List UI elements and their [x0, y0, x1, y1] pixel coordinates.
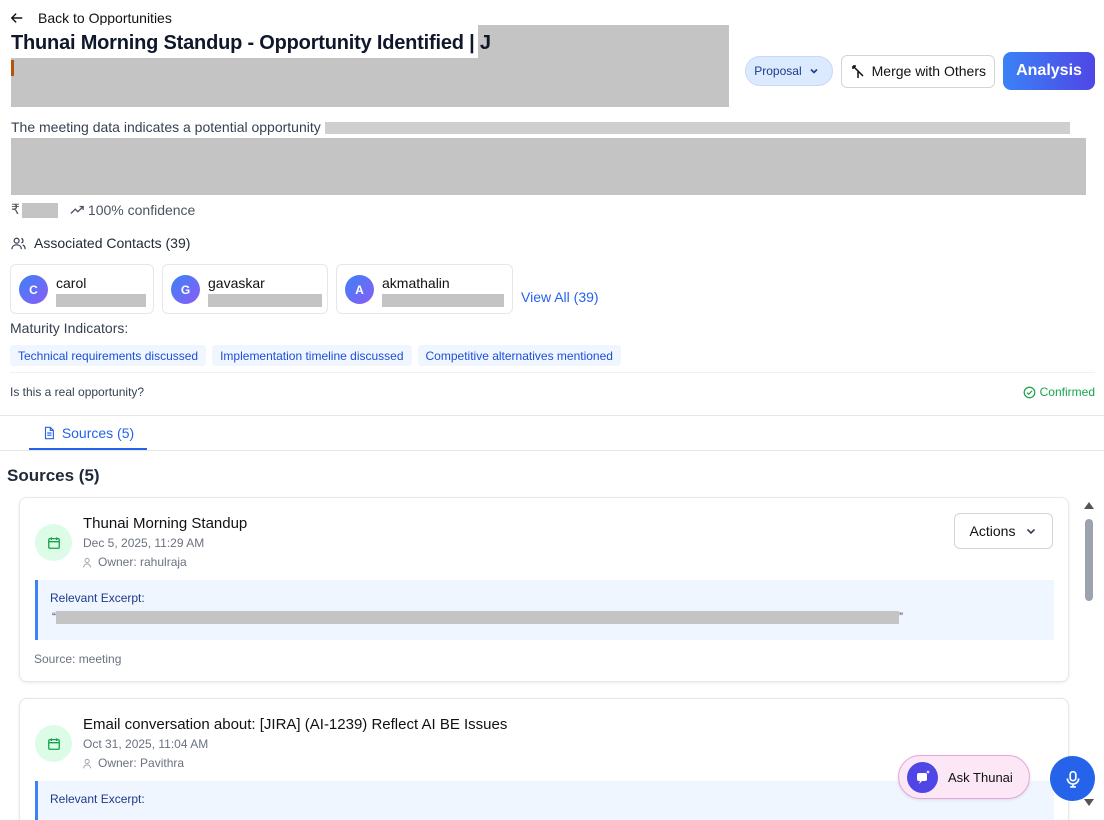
sources-heading: Sources (5) — [7, 466, 100, 485]
contact-name: akmathalin — [382, 275, 450, 291]
scroll-thumb[interactable] — [1085, 519, 1093, 601]
divider — [10, 372, 1095, 373]
actions-label: Actions — [969, 523, 1016, 539]
source-card: Thunai Morning Standup Dec 5, 2025, 11:2… — [19, 497, 1069, 682]
opportunity-description: The meeting data indicates a potential o… — [11, 119, 321, 135]
avatar: C — [19, 275, 48, 304]
tab-sources[interactable]: Sources (5) — [29, 418, 147, 450]
maturity-chip: Competitive alternatives mentioned — [417, 345, 621, 366]
check-circle-icon — [1023, 386, 1036, 398]
redacted-contact-email — [382, 294, 504, 307]
calendar-icon-badge — [35, 725, 72, 762]
real-opportunity-question: Is this a real opportunity? — [10, 385, 145, 399]
chevron-down-icon — [810, 68, 818, 74]
maturity-chip: Technical requirements discussed — [10, 345, 207, 366]
header-toolbar: Proposal Merge with Others Analysis — [745, 52, 1095, 90]
source-owner-label: Owner: Pavithra — [98, 756, 185, 770]
status-label: Proposal — [754, 64, 802, 78]
redacted-contact-email — [56, 294, 146, 307]
document-icon — [44, 426, 54, 440]
source-title: Thunai Morning Standup — [83, 515, 248, 532]
contact-card-akmathalin[interactable]: A akmathalin — [336, 264, 513, 314]
maturity-chip: Implementation timeline discussed — [212, 345, 412, 366]
divider — [0, 415, 1104, 416]
actions-dropdown[interactable]: Actions — [954, 513, 1053, 549]
maturity-chips: Technical requirements discussed Impleme… — [10, 345, 621, 366]
confirmed-label: Confirmed — [1039, 385, 1095, 399]
ask-thunai-button[interactable]: Ask Thunai — [898, 755, 1030, 799]
source-type: Source: meeting — [34, 652, 122, 666]
source-title: Email conversation about: [JIRA] (AI-123… — [83, 716, 508, 733]
analysis-button[interactable]: Analysis — [1003, 52, 1095, 90]
deal-value: ₹ — [11, 201, 58, 218]
chat-sparkle-icon — [907, 761, 938, 793]
redacted-description-line — [325, 122, 1070, 134]
confidence-label: 100% confidence — [87, 201, 196, 218]
source-owner: Owner: rahulraja — [83, 555, 187, 569]
chevron-down-icon — [1027, 528, 1036, 535]
avatar: G — [171, 275, 200, 304]
arrow-left-icon — [10, 13, 23, 23]
view-all-contacts-link[interactable]: View All (39) — [521, 289, 599, 305]
relevant-excerpt: Relevant Excerpt: “” — [35, 580, 1054, 640]
tab-sources-label: Sources (5) — [61, 425, 135, 441]
source-owner-label: Owner: rahulraja — [98, 555, 187, 569]
redacted-value — [21, 202, 58, 218]
user-icon — [83, 557, 92, 567]
calendar-icon-badge — [35, 524, 72, 561]
user-icon — [83, 758, 92, 768]
contact-name: gavaskar — [208, 275, 265, 291]
contact-name: carol — [56, 275, 87, 291]
contact-card-carol[interactable]: C carol — [10, 264, 154, 314]
back-to-opportunities-link[interactable]: Back to Opportunities — [10, 10, 172, 26]
avatar: A — [345, 275, 374, 304]
merge-label: Merge with Others — [871, 63, 986, 79]
excerpt-label: Relevant Excerpt: — [50, 792, 145, 806]
users-icon — [11, 237, 26, 249]
calendar-icon — [47, 737, 60, 750]
divider — [0, 450, 1104, 451]
source-owner: Owner: Pavithra — [83, 756, 184, 770]
associated-contacts-heading: Associated Contacts (39) — [11, 235, 190, 251]
scroll-down-arrow-icon[interactable] — [1084, 799, 1094, 806]
source-date: Dec 5, 2025, 11:29 AM — [83, 536, 205, 550]
microphone-button[interactable] — [1050, 756, 1095, 801]
contact-card-gavaskar[interactable]: G gavaskar — [162, 264, 328, 314]
status-dropdown[interactable]: Proposal — [745, 56, 833, 86]
rupee-symbol: ₹ — [11, 201, 20, 217]
redacted-excerpt — [56, 611, 899, 625]
contacts-heading-label: Associated Contacts (39) — [34, 235, 191, 251]
ask-thunai-label: Ask Thunai — [948, 769, 1013, 785]
maturity-indicators-label: Maturity Indicators: — [10, 320, 129, 336]
redacted-contact-email — [208, 294, 322, 307]
excerpt-label: Relevant Excerpt: — [50, 591, 145, 605]
confirmed-status: Confirmed — [1023, 385, 1095, 399]
opportunity-meta: ₹ 100% confidence — [11, 201, 195, 218]
trending-up-icon — [70, 205, 84, 214]
page-title: Thunai Morning Standup - Opportunity Ide… — [11, 32, 491, 54]
back-label: Back to Opportunities — [38, 10, 172, 26]
excerpt-text: “” — [52, 610, 903, 625]
merge-icon — [851, 65, 864, 78]
calendar-icon — [47, 536, 60, 549]
title-accent — [11, 60, 14, 76]
confidence-indicator: 100% confidence — [70, 202, 195, 218]
microphone-icon — [1066, 770, 1079, 788]
redacted-description-block — [11, 138, 1086, 195]
scroll-up-arrow-icon[interactable] — [1084, 502, 1094, 509]
source-date: Oct 31, 2025, 11:04 AM — [83, 737, 209, 751]
merge-with-others-button[interactable]: Merge with Others — [840, 54, 995, 88]
